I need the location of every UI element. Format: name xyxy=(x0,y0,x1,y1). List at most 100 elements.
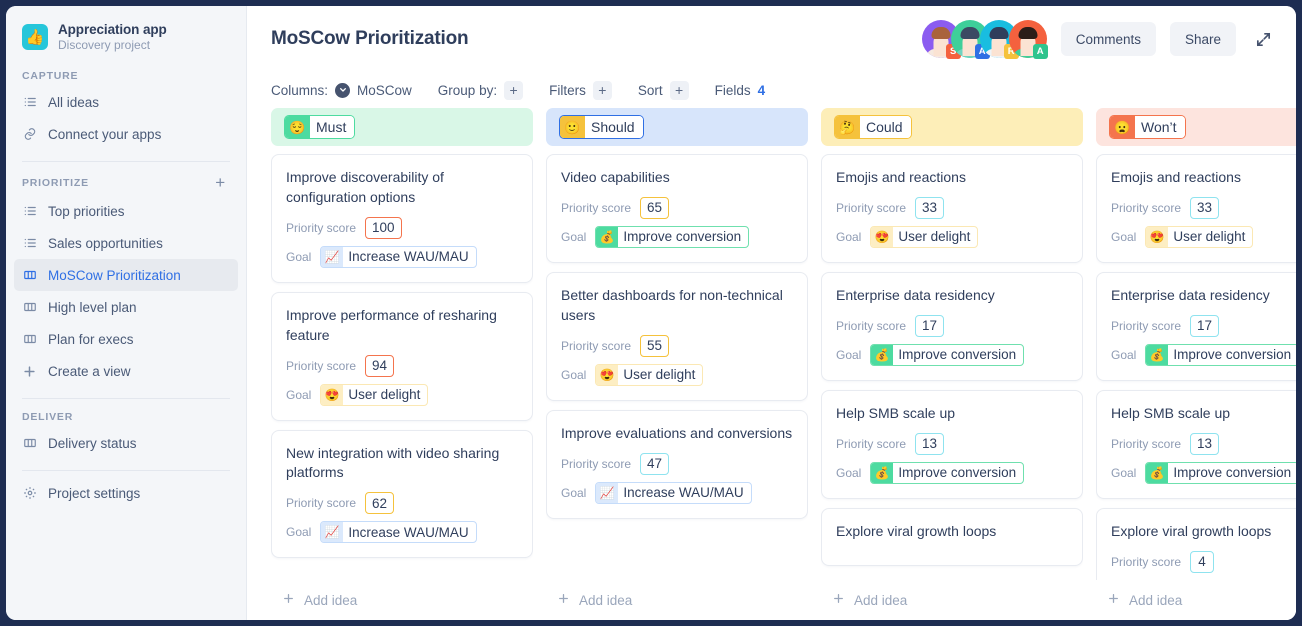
project-header[interactable]: 👍 Appreciation app Discovery project xyxy=(6,6,246,64)
sidebar-item-sales-opportunities[interactable]: Sales opportunities xyxy=(14,227,238,259)
priority-score-value[interactable]: 33 xyxy=(1190,197,1219,219)
project-text: Appreciation app Discovery project xyxy=(58,22,167,52)
priority-score-label: Priority score xyxy=(836,437,906,451)
idea-card[interactable]: Emojis and reactionsPriority score33Goal… xyxy=(1096,154,1296,263)
priority-score-row: Priority score 13 xyxy=(836,433,1068,455)
goal-value[interactable]: 💰Improve conversion xyxy=(595,226,749,248)
columns-control[interactable]: Columns: MoSCow xyxy=(271,83,412,98)
priority-score-value[interactable]: 33 xyxy=(915,197,944,219)
goal-value[interactable]: 💰Improve conversion xyxy=(1145,462,1296,484)
idea-card[interactable]: Enterprise data residencyPriority score1… xyxy=(821,272,1083,381)
column-header[interactable]: 😦Won’t xyxy=(1096,108,1296,146)
goal-value[interactable]: 📈Increase WAU/MAU xyxy=(320,246,476,268)
idea-card[interactable]: Improve performance of resharing feature… xyxy=(271,292,533,421)
fields-control[interactable]: Fields 4 xyxy=(715,83,766,98)
idea-card[interactable]: Help SMB scale upPriority score13Goal💰Im… xyxy=(821,390,1083,499)
priority-score-value[interactable]: 94 xyxy=(365,355,394,377)
filters-control[interactable]: Filters + xyxy=(549,81,612,100)
add-idea-button[interactable]: Add idea xyxy=(821,580,1083,620)
plus-icon[interactable]: + xyxy=(215,174,230,191)
sidebar-item-project-settings[interactable]: Project settings xyxy=(14,477,238,509)
goal-row: Goal😍User delight xyxy=(561,364,793,386)
goal-value[interactable]: 😍User delight xyxy=(870,226,978,248)
priority-score-label: Priority score xyxy=(1111,437,1181,451)
avatar[interactable]: A xyxy=(1009,20,1047,58)
idea-card[interactable]: Video capabilitiesPriority score65Goal💰I… xyxy=(546,154,808,263)
group-by-control[interactable]: Group by: + xyxy=(438,81,523,100)
plus-icon xyxy=(22,364,37,379)
priority-score-row: Priority score17 xyxy=(1111,315,1296,337)
goal-label: Goal xyxy=(561,230,586,244)
section-label-text: DELIVER xyxy=(22,411,73,423)
goal-value[interactable]: 💰Improve conversion xyxy=(1145,344,1296,366)
priority-score-row: Priority score65 xyxy=(561,197,793,219)
money-bag-icon: 💰 xyxy=(871,463,893,483)
priority-score-value[interactable]: 17 xyxy=(1190,315,1219,337)
comments-button[interactable]: Comments xyxy=(1061,22,1156,56)
sidebar-item-moscow-prioritization[interactable]: MoSCow Prioritization xyxy=(14,259,238,291)
goal-row: Goal😍User delight xyxy=(286,384,518,406)
idea-card[interactable]: Better dashboards for non-technical user… xyxy=(546,272,808,401)
goal-label: Goal xyxy=(1111,230,1136,244)
add-idea-button[interactable]: Add idea xyxy=(1096,580,1296,620)
sidebar-item-top-priorities[interactable]: Top priorities xyxy=(14,195,238,227)
goal-value[interactable]: 😍User delight xyxy=(595,364,703,386)
idea-card[interactable]: New integration with video sharing platf… xyxy=(271,430,533,559)
chart-increasing-icon: 📈 xyxy=(321,522,343,542)
column-card-list[interactable]: Emojis and reactionsPriority score33Goal… xyxy=(821,154,1083,620)
idea-card[interactable]: Improve evaluations and conversionsPrior… xyxy=(546,410,808,519)
app-window-inner: 👍 Appreciation app Discovery project CAP… xyxy=(6,6,1296,620)
collaborator-avatars[interactable]: SARA xyxy=(922,20,1047,58)
priority-score-value[interactable]: 100 xyxy=(365,217,402,239)
add-idea-button[interactable]: Add idea xyxy=(546,580,808,620)
idea-card-title: Improve evaluations and conversions xyxy=(561,424,793,444)
priority-score-value[interactable]: 55 xyxy=(640,335,669,357)
add-idea-button[interactable]: Add idea xyxy=(271,580,533,620)
goal-value[interactable]: 😍User delight xyxy=(1145,226,1253,248)
plus-icon[interactable]: + xyxy=(593,81,612,100)
plus-icon[interactable]: + xyxy=(504,81,523,100)
column-title-pill: 🤔Could xyxy=(834,115,912,139)
priority-score-value[interactable]: 47 xyxy=(640,453,669,475)
idea-card[interactable]: Emojis and reactionsPriority score33Goal… xyxy=(821,154,1083,263)
goal-value[interactable]: 💰Improve conversion xyxy=(870,462,1024,484)
plus-icon[interactable]: + xyxy=(670,81,689,100)
priority-score-value[interactable]: 13 xyxy=(1190,433,1219,455)
group-by-label: Group by: xyxy=(438,83,497,98)
sidebar-item-delivery-status[interactable]: Delivery status xyxy=(14,427,238,459)
sidebar-item-plan-for-execs[interactable]: Plan for execs xyxy=(14,323,238,355)
goal-value[interactable]: 😍User delight xyxy=(320,384,428,406)
share-button[interactable]: Share xyxy=(1170,22,1236,56)
goal-name: User delight xyxy=(343,385,427,405)
column-header[interactable]: 😌Must xyxy=(271,108,533,146)
priority-score-value[interactable]: 62 xyxy=(365,492,394,514)
column-card-list[interactable]: Emojis and reactionsPriority score33Goal… xyxy=(1096,154,1296,620)
sidebar-item-connect-your-apps[interactable]: Connect your apps xyxy=(14,118,238,150)
column-header[interactable]: 🙂Should xyxy=(546,108,808,146)
sidebar-item-all-ideas[interactable]: All ideas xyxy=(14,86,238,118)
list-icon xyxy=(22,95,37,109)
priority-score-value[interactable]: 4 xyxy=(1190,551,1214,573)
sort-control[interactable]: Sort + xyxy=(638,81,689,100)
goal-value[interactable]: 📈Increase WAU/MAU xyxy=(595,482,751,504)
idea-card[interactable]: Enterprise data residencyPriority score1… xyxy=(1096,272,1296,381)
column-card-list[interactable]: Improve discoverability of configuration… xyxy=(271,154,533,620)
relieved-face-icon: 😌 xyxy=(285,116,310,138)
goal-label: Goal xyxy=(836,466,861,480)
column-title: Could xyxy=(860,116,911,138)
idea-card[interactable]: Explore viral growth loopsPriority score… xyxy=(1096,508,1296,588)
priority-score-value[interactable]: 65 xyxy=(640,197,669,219)
sidebar-divider xyxy=(22,398,230,399)
idea-card[interactable]: Help SMB scale upPriority score13Goal💰Im… xyxy=(1096,390,1296,499)
sidebar-item-high-level-plan[interactable]: High level plan xyxy=(14,291,238,323)
expand-diagonal-icon[interactable] xyxy=(1252,28,1274,50)
idea-card[interactable]: Improve discoverability of configuration… xyxy=(271,154,533,283)
column-header[interactable]: 🤔Could xyxy=(821,108,1083,146)
sidebar-item-create-a-view[interactable]: Create a view xyxy=(14,355,238,387)
idea-card[interactable]: Explore viral growth loops xyxy=(821,508,1083,566)
goal-value[interactable]: 💰Improve conversion xyxy=(870,344,1024,366)
priority-score-value[interactable]: 13 xyxy=(915,433,944,455)
priority-score-value[interactable]: 17 xyxy=(915,315,944,337)
goal-value[interactable]: 📈Increase WAU/MAU xyxy=(320,521,476,543)
column-card-list[interactable]: Video capabilitiesPriority score65Goal💰I… xyxy=(546,154,808,620)
